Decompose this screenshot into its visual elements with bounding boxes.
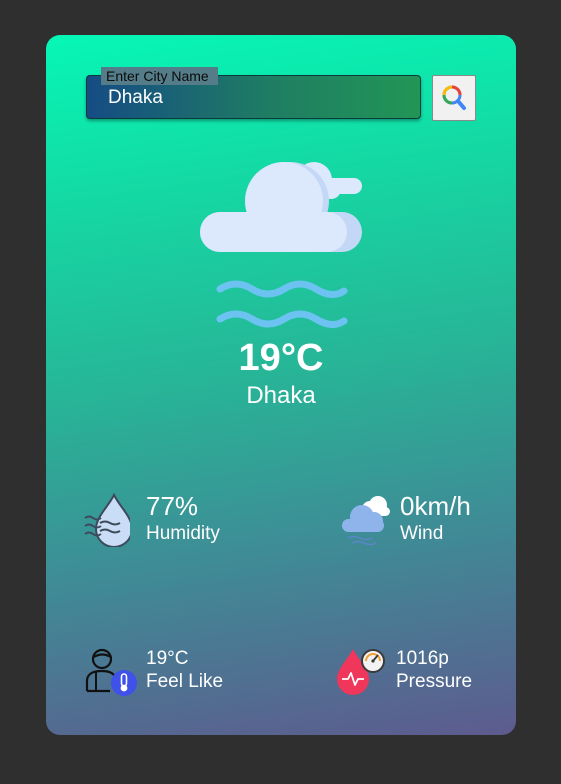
- wind-label: Wind: [400, 523, 444, 544]
- feels-like-label: Feel Like: [146, 671, 224, 692]
- city-search-field[interactable]: Enter City Name: [86, 67, 421, 119]
- feels-like-stat: 19°C Feel Like: [84, 643, 284, 703]
- cloud-fog-icon: [200, 162, 362, 328]
- person-thermometer-icon: [85, 648, 137, 696]
- humidity-stat: 77% Humidity: [84, 487, 264, 557]
- blood-pressure-gauge-icon: [337, 649, 385, 695]
- weather-card: Enter City Name 19°C Dhaka: [46, 35, 516, 735]
- weather-condition-icon: [196, 157, 366, 337]
- wind-value: 0km/h: [400, 491, 471, 521]
- pressure-label: Pressure: [396, 671, 473, 692]
- pressure-value: 1016p: [396, 648, 449, 669]
- humidity-label: Humidity: [146, 523, 220, 544]
- pressure-stat: 1016p Pressure: [334, 643, 494, 703]
- search-button[interactable]: [432, 75, 476, 121]
- feels-like-value: 19°C: [146, 648, 189, 669]
- city-search-input[interactable]: [106, 83, 400, 113]
- current-temperature: 19°C: [238, 337, 324, 379]
- windy-cloud-icon: [342, 496, 390, 546]
- humidity-drop-icon: [84, 492, 130, 547]
- wind-stat: 0km/h Wind: [340, 487, 500, 557]
- current-city: Dhaka: [246, 382, 316, 409]
- search-icon: [442, 85, 466, 110]
- humidity-value: 77%: [146, 491, 199, 521]
